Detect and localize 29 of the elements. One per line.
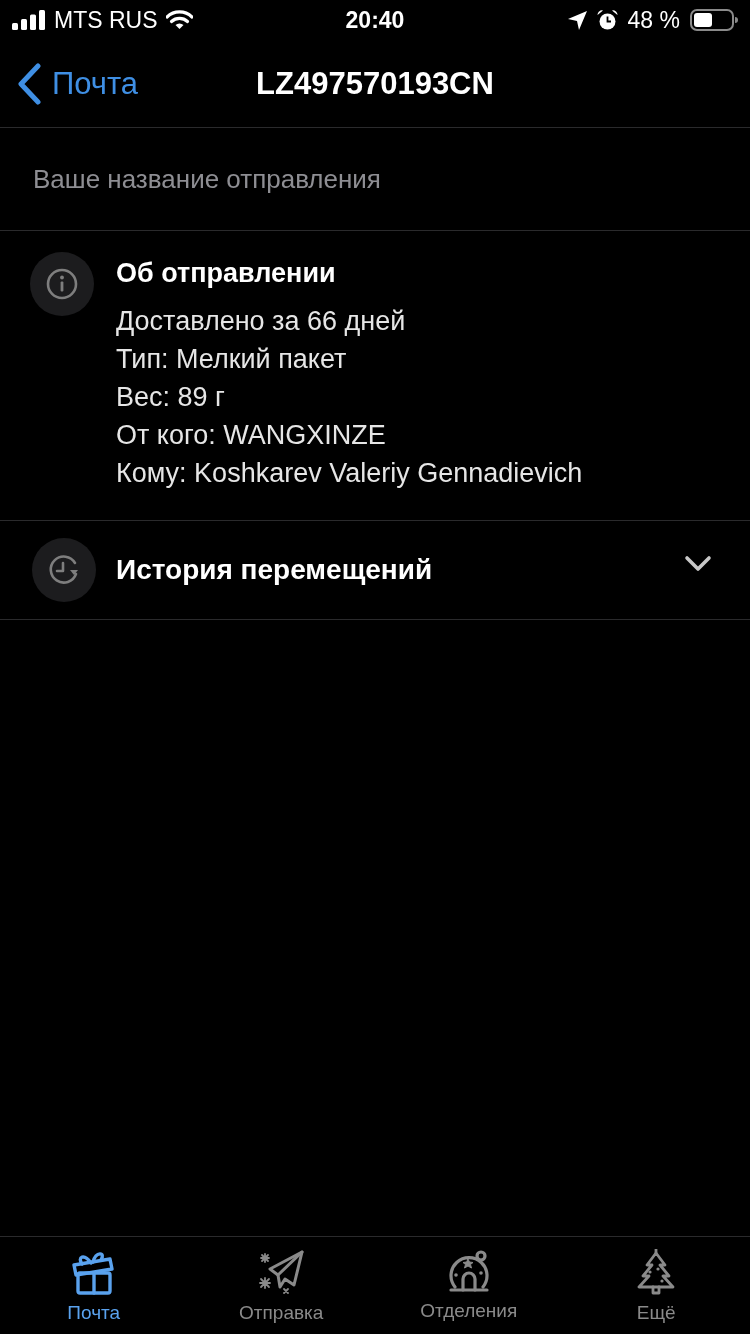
history-clock-icon bbox=[32, 538, 96, 602]
location-arrow-icon bbox=[567, 10, 587, 30]
tab-button[interactable]: Ещё bbox=[634, 1237, 679, 1334]
back-chevron-icon bbox=[16, 62, 42, 105]
wifi-icon bbox=[165, 10, 193, 30]
battery-percent: 48 % bbox=[627, 6, 680, 34]
tab-button[interactable]: Отправка bbox=[239, 1237, 324, 1334]
detail-line: Доставлено за 66 дней bbox=[116, 305, 407, 338]
detail-line: Тип: Мелкий пакет bbox=[116, 343, 348, 376]
signal-icon bbox=[12, 10, 46, 30]
battery-icon bbox=[690, 9, 738, 31]
paper-plane-icon bbox=[258, 1249, 305, 1295]
info-icon bbox=[30, 252, 94, 316]
detail-line: От кого: WANGXINZE bbox=[116, 419, 387, 452]
chevron-down-icon[interactable] bbox=[684, 555, 712, 573]
section-title: История перемещений bbox=[116, 553, 433, 587]
alarm-clock-icon bbox=[596, 9, 618, 31]
carrier-name: MTS RUS bbox=[54, 6, 158, 34]
nav-title: LZ497570193CN bbox=[256, 65, 494, 102]
back-button[interactable]: Почта bbox=[0, 62, 139, 105]
gift-icon bbox=[71, 1249, 116, 1295]
detail-line: Кому: Koshkarev Valeriy Gennadievich bbox=[116, 457, 583, 490]
status-time: 20:40 bbox=[345, 6, 405, 34]
section-title: Об отправлении bbox=[116, 257, 337, 290]
shipment-name-input-field[interactable]: Ваше название отправления bbox=[33, 158, 717, 200]
ornament-ball-icon bbox=[446, 1249, 491, 1293]
detail-line: Вес: 89 г bbox=[116, 381, 226, 414]
tab-button[interactable]: Отделения bbox=[420, 1237, 518, 1334]
tab-button[interactable]: Почта bbox=[67, 1237, 121, 1334]
